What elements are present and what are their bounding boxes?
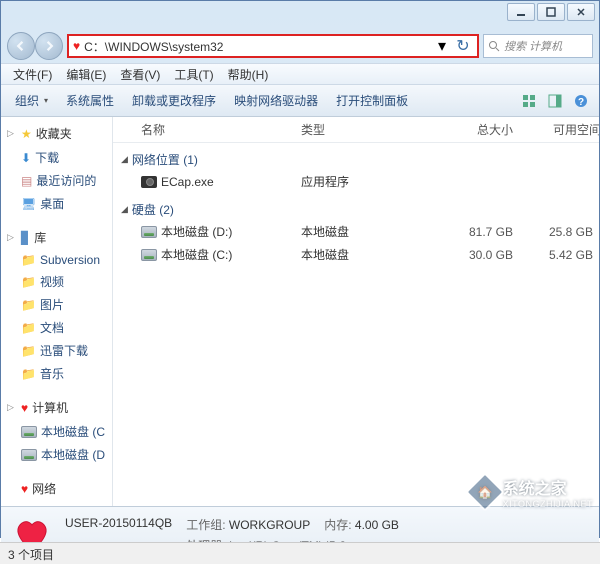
menu-view[interactable]: 查看(V)	[114, 64, 166, 85]
list-item[interactable]: 本地磁盘 (D:) 本地磁盘 81.7 GB 25.8 GB	[121, 220, 599, 243]
collapse-icon[interactable]: ▷	[7, 402, 14, 413]
heart-icon: ♥	[21, 482, 28, 496]
document-icon: 📁	[21, 321, 36, 335]
sidebar-item-music[interactable]: 📁音乐	[1, 362, 112, 385]
sidebar-network[interactable]: ♥网络	[1, 476, 112, 501]
sidebar-item-pictures[interactable]: 📁图片	[1, 293, 112, 316]
heart-icon: ♥	[21, 401, 28, 415]
uninstall-programs-button[interactable]: 卸载或更改程序	[124, 89, 224, 112]
computer-name: USER-20150114QB	[65, 516, 172, 533]
menu-file[interactable]: 文件(F)	[7, 64, 58, 85]
star-icon: ★	[21, 127, 32, 141]
menu-tools[interactable]: 工具(T)	[168, 64, 219, 85]
item-count: 3 个项目	[8, 548, 54, 562]
back-button[interactable]	[7, 32, 35, 60]
main-content: 名称 类型 总大小 可用空间 ◢网络位置 (1) ECap.exe 应用程序 ◢…	[113, 117, 599, 506]
close-button[interactable]	[567, 3, 595, 21]
heart-icon: ♥	[73, 39, 80, 53]
chevron-down-icon: ◢	[121, 154, 128, 165]
drive-icon	[21, 426, 37, 438]
column-headers: 名称 类型 总大小 可用空间	[113, 117, 599, 143]
body-area: ▷★收藏夹 ⬇下载 ▤最近访问的 🖥桌面 ▷▊库 📁Subversion 📁视频…	[1, 117, 599, 507]
col-free[interactable]: 可用空间	[531, 121, 599, 138]
titlebar	[1, 1, 599, 29]
desktop-icon: 🖥	[21, 197, 36, 211]
section-hard-drives: ◢硬盘 (2) 本地磁盘 (D:) 本地磁盘 81.7 GB 25.8 GB 本…	[113, 193, 599, 266]
status-bar: 3 个项目	[0, 542, 600, 564]
sidebar-item-recent[interactable]: ▤最近访问的	[1, 169, 112, 192]
sidebar: ▷★收藏夹 ⬇下载 ▤最近访问的 🖥桌面 ▷▊库 📁Subversion 📁视频…	[1, 117, 113, 506]
help-button[interactable]: ?	[569, 89, 593, 113]
sidebar-item-videos[interactable]: 📁视频	[1, 270, 112, 293]
map-network-drive-button[interactable]: 映射网络驱动器	[226, 89, 326, 112]
search-icon	[488, 40, 500, 52]
nav-row: ♥ C：\WINDOWS\system32 ▾ ↻ 搜索 计算机	[1, 29, 599, 63]
list-item[interactable]: ECap.exe 应用程序	[121, 170, 599, 193]
video-icon: 📁	[21, 275, 36, 289]
section-header[interactable]: ◢网络位置 (1)	[121, 149, 599, 170]
explorer-window: ♥ C：\WINDOWS\system32 ▾ ↻ 搜索 计算机 文件(F) 编…	[0, 0, 600, 538]
drive-icon	[141, 249, 157, 261]
search-placeholder: 搜索 计算机	[504, 38, 562, 54]
download-icon: ⬇	[21, 151, 31, 165]
system-properties-button[interactable]: 系统属性	[58, 89, 122, 112]
maximize-button[interactable]	[537, 3, 565, 21]
minimize-button[interactable]	[507, 3, 535, 21]
folder-icon: 📁	[21, 344, 36, 358]
sidebar-item-desktop[interactable]: 🖥桌面	[1, 192, 112, 215]
collapse-icon[interactable]: ▷	[7, 128, 14, 139]
menubar: 文件(F) 编辑(E) 查看(V) 工具(T) 帮助(H)	[1, 63, 599, 85]
col-type[interactable]: 类型	[301, 121, 421, 138]
recent-icon: ▤	[21, 174, 32, 188]
preview-pane-button[interactable]	[543, 89, 567, 113]
search-input[interactable]: 搜索 计算机	[483, 34, 593, 58]
address-text: C：\WINDOWS\system32	[84, 38, 431, 55]
picture-icon: 📁	[21, 298, 36, 312]
menu-edit[interactable]: 编辑(E)	[60, 64, 112, 85]
open-control-panel-button[interactable]: 打开控制面板	[328, 89, 416, 112]
section-network-locations: ◢网络位置 (1) ECap.exe 应用程序	[113, 143, 599, 193]
svg-text:?: ?	[578, 97, 584, 108]
sidebar-item-thunder[interactable]: 📁迅雷下载	[1, 339, 112, 362]
drive-icon	[21, 449, 37, 461]
view-mode-button[interactable]	[517, 89, 541, 113]
sidebar-favorites[interactable]: ▷★收藏夹	[1, 121, 112, 146]
address-dropdown[interactable]: ▾	[435, 36, 449, 56]
sidebar-libraries[interactable]: ▷▊库	[1, 225, 112, 250]
menu-help[interactable]: 帮助(H)	[222, 64, 275, 85]
sidebar-computer[interactable]: ▷♥计算机	[1, 395, 112, 420]
library-icon: ▊	[21, 231, 30, 245]
col-name[interactable]: 名称	[141, 121, 301, 138]
camera-icon	[141, 176, 157, 188]
organize-button[interactable]: 组织	[7, 89, 56, 112]
refresh-button[interactable]: ↻	[453, 36, 473, 56]
drive-icon	[141, 226, 157, 238]
sidebar-item-documents[interactable]: 📁文档	[1, 316, 112, 339]
sidebar-item-subversion[interactable]: 📁Subversion	[1, 250, 112, 270]
sidebar-item-downloads[interactable]: ⬇下载	[1, 146, 112, 169]
chevron-down-icon: ◢	[121, 204, 128, 215]
forward-button[interactable]	[35, 32, 63, 60]
toolbar: 组织 系统属性 卸载或更改程序 映射网络驱动器 打开控制面板 ?	[1, 85, 599, 117]
section-header[interactable]: ◢硬盘 (2)	[121, 199, 599, 220]
collapse-icon[interactable]: ▷	[7, 232, 14, 243]
sidebar-item-drive-d[interactable]: 本地磁盘 (D	[1, 443, 112, 466]
address-bar[interactable]: ♥ C：\WINDOWS\system32 ▾ ↻	[67, 34, 479, 58]
col-size[interactable]: 总大小	[421, 121, 531, 138]
folder-icon: 📁	[21, 253, 36, 267]
sidebar-item-drive-c[interactable]: 本地磁盘 (C	[1, 420, 112, 443]
music-icon: 📁	[21, 367, 36, 381]
list-item[interactable]: 本地磁盘 (C:) 本地磁盘 30.0 GB 5.42 GB	[121, 243, 599, 266]
